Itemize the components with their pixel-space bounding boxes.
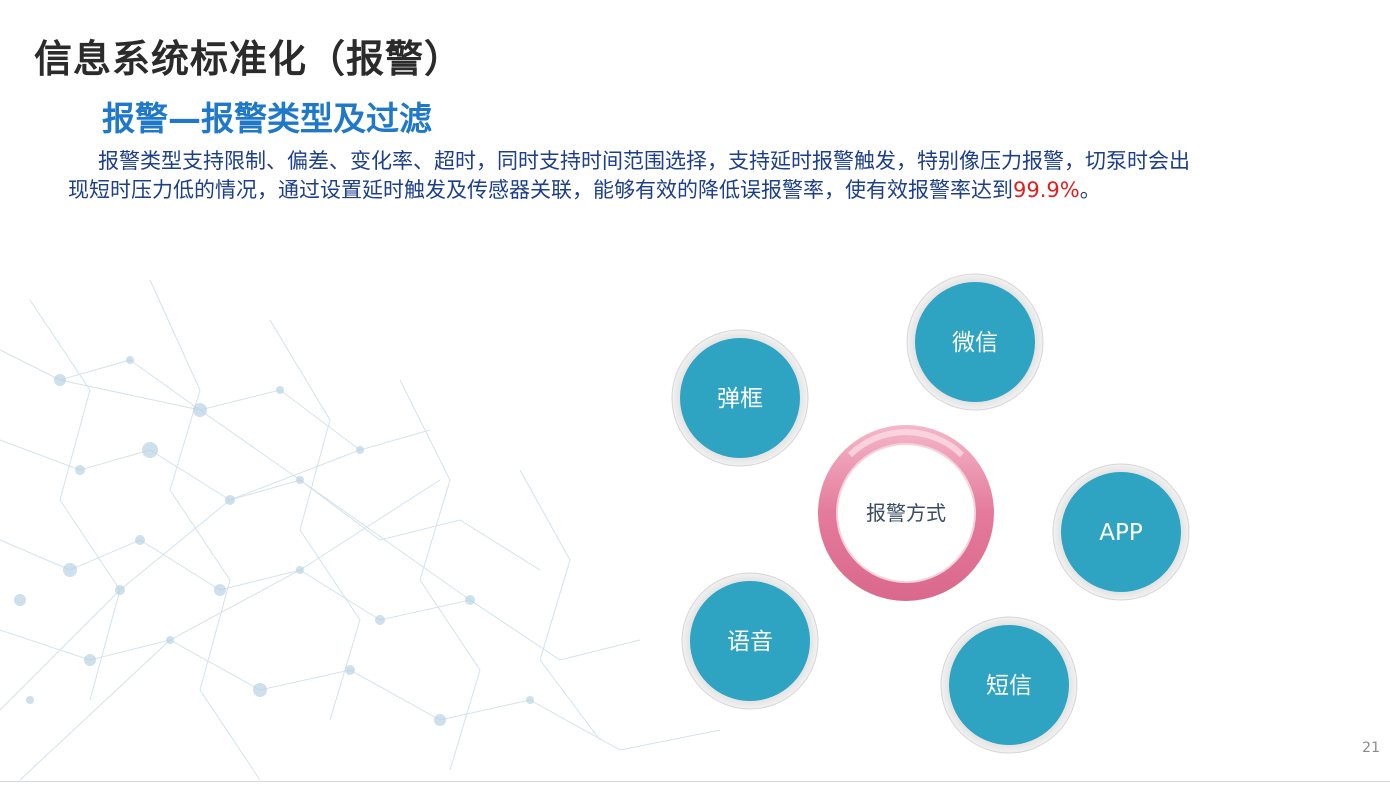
method-label: 弹框 [717, 386, 763, 412]
method-label: 短信 [986, 673, 1032, 699]
method-label: APP [1099, 520, 1143, 546]
alarm-methods-diagram: 报警方式 弹框 微信 APP 短信 语音 [671, 273, 1190, 754]
center-hub: 报警方式 [818, 425, 994, 601]
method-node-sms: 短信 [940, 616, 1078, 754]
method-label: 微信 [952, 330, 998, 356]
method-node-popup: 弹框 [671, 329, 809, 467]
page-number: 21 [1362, 740, 1380, 756]
method-node-app: APP [1052, 463, 1190, 601]
method-label: 语音 [727, 629, 773, 655]
method-node-wechat: 微信 [906, 273, 1044, 411]
method-node-voice: 语音 [681, 572, 819, 710]
bottom-divider [0, 781, 1390, 782]
hub-label: 报警方式 [866, 501, 946, 525]
